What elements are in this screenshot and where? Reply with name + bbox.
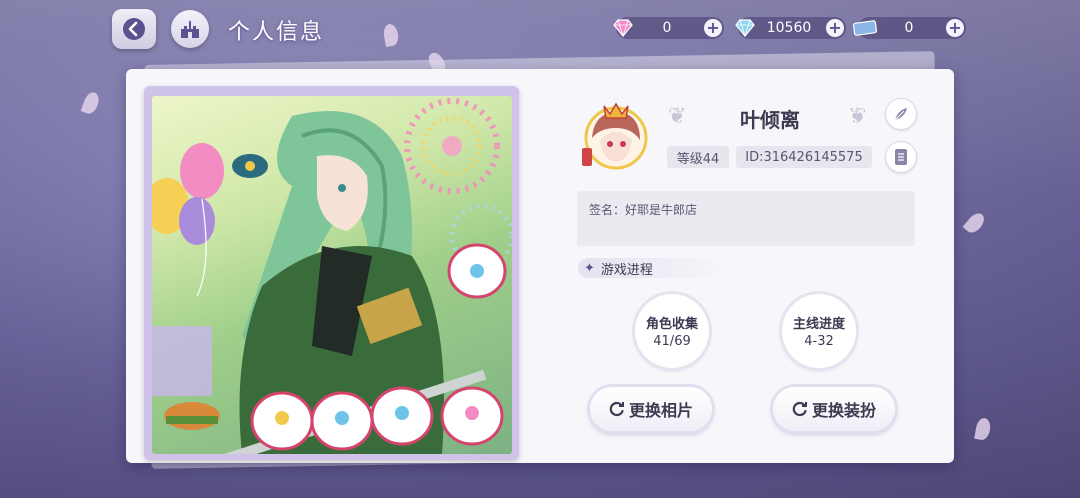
signature-text: 签名：好耶是牛郎店 <box>589 203 698 217</box>
section-header-progress: ✦ 游戏进程 <box>578 258 730 278</box>
page-title: 个人信息 <box>228 20 325 45</box>
stat-label: 主线进度 <box>792 317 845 332</box>
signature-box[interactable]: 签名：好耶是牛郎店 <box>577 191 915 246</box>
document-icon <box>895 149 907 165</box>
player-name: 叶倾离 <box>740 108 800 132</box>
character-photo[interactable] <box>152 96 512 454</box>
stat-value: 4-32 <box>804 334 834 349</box>
refresh-icon <box>792 401 807 417</box>
edit-name-button[interactable] <box>885 98 917 130</box>
section-header-label: 游戏进程 <box>600 262 653 278</box>
castle-icon <box>181 20 199 38</box>
stat-label: 角色收集 <box>645 317 698 332</box>
ticket-icon <box>852 15 878 41</box>
level-badge: 等级44 <box>667 146 729 168</box>
change-outfit-button[interactable]: 更换装扮 <box>773 387 895 431</box>
currency-diamond: 10560 + <box>735 17 846 39</box>
laurel-left-icon: ❦ <box>668 104 687 129</box>
avatar[interactable] <box>578 98 650 170</box>
player-id: ID:316426145575 <box>736 146 872 168</box>
profile-details-button[interactable] <box>885 141 917 173</box>
pink-gem-icon <box>610 15 636 41</box>
currency-pink-gem: 0 + <box>613 17 724 39</box>
laurel-right-icon: ❦ <box>848 104 867 129</box>
back-button[interactable] <box>112 9 156 49</box>
home-button[interactable] <box>171 10 209 48</box>
stat-value: 41/69 <box>653 334 691 349</box>
main-story-stat: 主线进度 4-32 <box>782 294 856 368</box>
add-ticket-button[interactable]: + <box>946 19 964 37</box>
character-collection-stat: 角色收集 41/69 <box>635 294 709 368</box>
currency-ticket: 0 + <box>853 17 966 39</box>
feather-pen-icon <box>894 108 907 121</box>
add-diamond-button[interactable]: + <box>826 19 844 37</box>
button-label: 更换相片 <box>628 401 693 420</box>
diamond-icon <box>732 15 758 41</box>
sparkle-icon: ✦ <box>584 260 595 276</box>
character-illustration <box>152 98 512 454</box>
change-photo-button[interactable]: 更换相片 <box>590 387 712 431</box>
refresh-icon <box>609 401 624 417</box>
button-label: 更换装扮 <box>811 401 876 420</box>
back-arrow-icon <box>123 18 145 40</box>
add-pink-gem-button[interactable]: + <box>704 19 722 37</box>
